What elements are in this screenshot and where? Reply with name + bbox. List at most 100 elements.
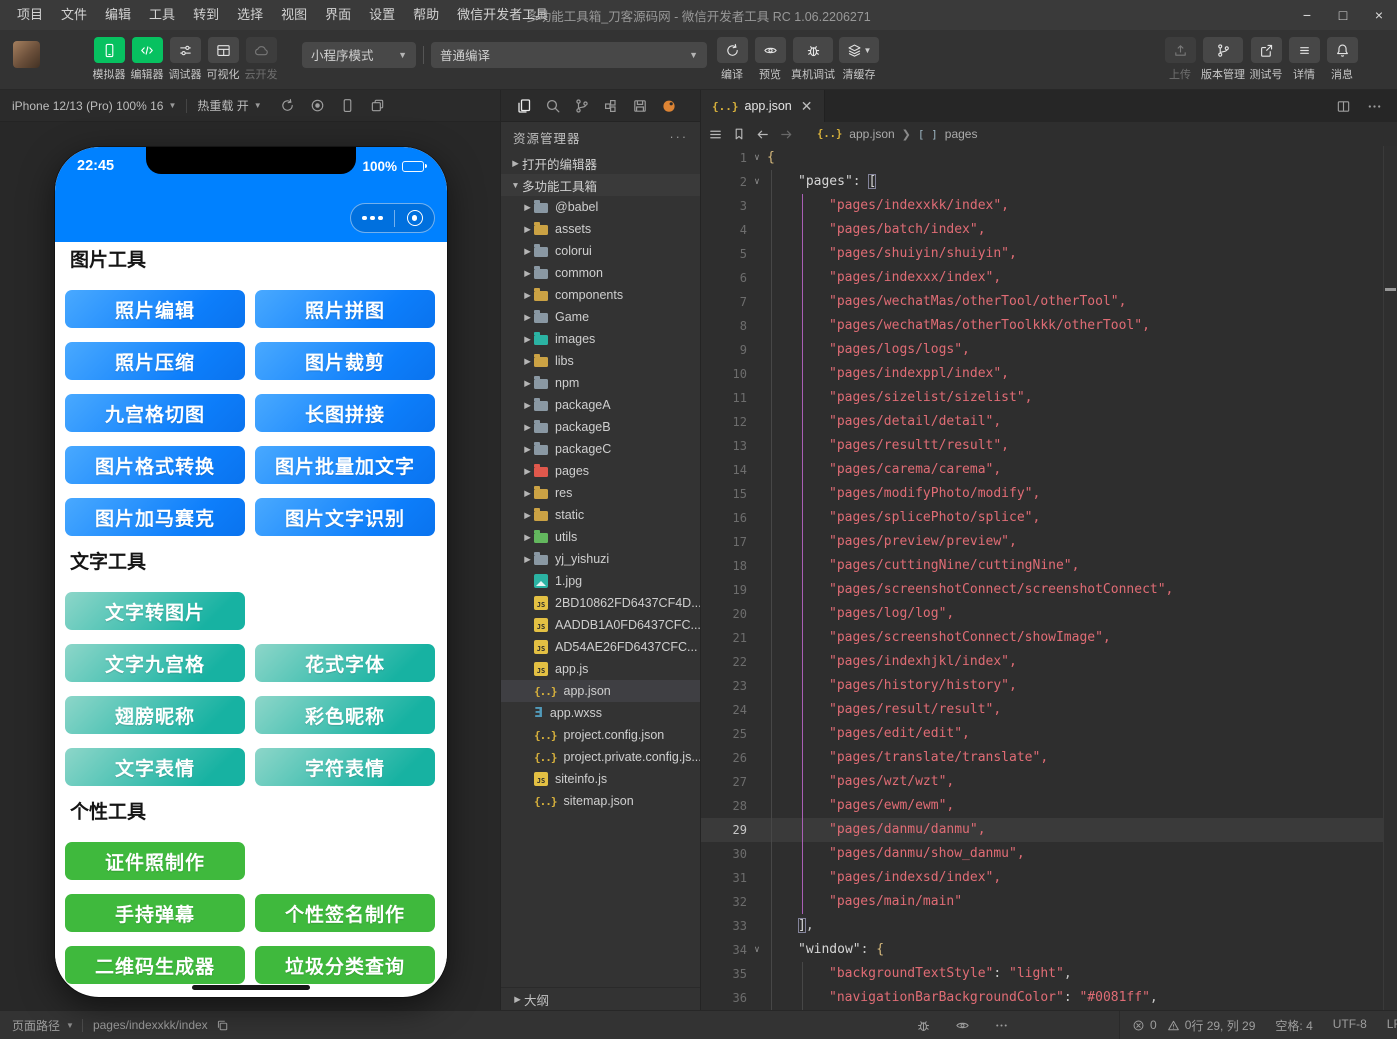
fold-chevron-icon[interactable]: ∨: [747, 170, 767, 194]
code-line[interactable]: 8 "pages/wechatMas/otherToolkkk/otherTool…: [701, 314, 1397, 338]
toolbar-button-bell[interactable]: 消息: [1325, 37, 1359, 82]
fold-chevron-icon[interactable]: ∨: [747, 146, 767, 170]
tree-item[interactable]: ▶ res: [501, 482, 700, 504]
mini-program-button[interactable]: 图片裁剪: [255, 342, 435, 380]
close-tab-icon[interactable]: ✕: [801, 98, 813, 115]
overview-ruler[interactable]: [1383, 146, 1397, 1010]
orange-tool-icon[interactable]: [661, 98, 677, 114]
tree-item[interactable]: ▶ utils: [501, 526, 700, 548]
code-line[interactable]: 4 "pages/batch/index",: [701, 218, 1397, 242]
mini-program-button[interactable]: 图片批量加文字: [255, 446, 435, 484]
tab-app-json[interactable]: {..} app.json ✕: [701, 90, 825, 122]
code-line[interactable]: 3 "pages/indexxkk/index",: [701, 194, 1397, 218]
mini-program-button[interactable]: 图片加马赛克: [65, 498, 245, 536]
split-editor-icon[interactable]: [1336, 99, 1351, 114]
mini-program-button[interactable]: 花式字体: [255, 644, 435, 682]
status-item[interactable]: UTF-8: [1333, 1017, 1367, 1034]
menu-item[interactable]: 转到: [184, 0, 228, 30]
tree-item[interactable]: JS AD54AE26FD6437CFC...: [501, 636, 700, 658]
code-line[interactable]: 13 "pages/resultt/result",: [701, 434, 1397, 458]
code-line[interactable]: 35 "backgroundTextStyle": "light",: [701, 962, 1397, 986]
code-line[interactable]: 28 "pages/ewm/ewm",: [701, 794, 1397, 818]
mini-program-button[interactable]: 照片压缩: [65, 342, 245, 380]
outline-section[interactable]: ▶ 大纲: [501, 987, 700, 1010]
outline-list-icon[interactable]: [708, 127, 723, 142]
code-line[interactable]: 33],: [701, 914, 1397, 938]
toolbar-button-eye[interactable]: 预览: [753, 37, 787, 82]
menu-item[interactable]: 编辑: [96, 0, 140, 30]
maximize-button[interactable]: □: [1325, 0, 1361, 30]
page-path-label[interactable]: 页面路径: [12, 1017, 60, 1034]
hot-reload-toggle[interactable]: 热重载 开: [197, 97, 248, 114]
breadcrumb-node[interactable]: pages: [945, 127, 978, 141]
code-line[interactable]: 19 "pages/screenshotConnect/screenshotCon…: [701, 578, 1397, 602]
code-line[interactable]: 30 "pages/danmu/show_danmu",: [701, 842, 1397, 866]
tree-item[interactable]: ▶ 打开的编辑器: [501, 152, 700, 174]
code-line[interactable]: 26 "pages/translate/translate",: [701, 746, 1397, 770]
code-line[interactable]: 11 "pages/sizelist/sizelist",: [701, 386, 1397, 410]
status-item[interactable]: LF: [1387, 1017, 1397, 1034]
multi-window-icon[interactable]: [370, 98, 385, 113]
code-line[interactable]: 12 "pages/detail/detail",: [701, 410, 1397, 434]
toolbar-button-branch[interactable]: 版本管理: [1201, 37, 1245, 82]
mini-program-button[interactable]: 手持弹幕: [65, 894, 245, 932]
tree-item[interactable]: JS siteinfo.js: [501, 768, 700, 790]
more-icon[interactable]: [994, 1018, 1009, 1033]
mini-program-button[interactable]: 图片文字识别: [255, 498, 435, 536]
mini-program-button[interactable]: 翅膀昵称: [65, 696, 245, 734]
device-icon[interactable]: [340, 98, 355, 113]
code-line[interactable]: 16 "pages/splicePhoto/splice",: [701, 506, 1397, 530]
storage-icon[interactable]: [632, 98, 648, 114]
toolbar-button-sliders[interactable]: 调试器: [168, 37, 202, 82]
toolbar-button-code[interactable]: 编辑器: [130, 37, 164, 82]
tree-item[interactable]: ▶ yj_yishuzi: [501, 548, 700, 570]
tree-item[interactable]: {..} sitemap.json: [501, 790, 700, 812]
tree-item[interactable]: ▶ Game: [501, 306, 700, 328]
code-line[interactable]: 1 ∨{: [701, 146, 1397, 170]
tree-item[interactable]: ▶ images: [501, 328, 700, 350]
code-line[interactable]: 9 "pages/logs/logs",: [701, 338, 1397, 362]
files-icon[interactable]: [516, 98, 532, 114]
mode-select[interactable]: 小程序模式 ▼: [302, 41, 416, 68]
code-line[interactable]: 7 "pages/wechatMas/otherTool/otherTool",: [701, 290, 1397, 314]
explorer-more-icon[interactable]: ···: [670, 130, 689, 144]
code-line[interactable]: 32 "pages/main/main": [701, 890, 1397, 914]
compile-select[interactable]: 普通编译 ▼: [431, 41, 707, 68]
code-line[interactable]: 14 "pages/carema/carema",: [701, 458, 1397, 482]
toolbar-button-refresh[interactable]: 编译: [715, 37, 749, 82]
tree-item[interactable]: ▶ @babel: [501, 196, 700, 218]
mini-program-button[interactable]: 个性签名制作: [255, 894, 435, 932]
code-line[interactable]: 25 "pages/edit/edit",: [701, 722, 1397, 746]
copy-path-icon[interactable]: [216, 1019, 229, 1032]
menu-item[interactable]: 工具: [140, 0, 184, 30]
status-item[interactable]: 行 29, 列 29: [1191, 1017, 1255, 1034]
code-line[interactable]: 34 ∨ "window": {: [701, 938, 1397, 962]
code-line[interactable]: 27 "pages/wzt/wzt",: [701, 770, 1397, 794]
extensions-icon[interactable]: [603, 98, 619, 114]
menu-item[interactable]: 微信开发者工具: [448, 0, 557, 30]
code-line[interactable]: 17 "pages/preview/preview",: [701, 530, 1397, 554]
toolbar-button-phone[interactable]: 模拟器: [92, 37, 126, 82]
toolbar-button-bug[interactable]: 真机调试: [791, 37, 835, 82]
source-control-icon[interactable]: [574, 98, 590, 114]
mini-program-button[interactable]: 文字转图片: [65, 592, 245, 630]
code-line[interactable]: 5 "pages/shuiyin/shuiyin",: [701, 242, 1397, 266]
tree-item[interactable]: ▶ components: [501, 284, 700, 306]
tree-item[interactable]: JS AADDB1A0FD6437CFC...: [501, 614, 700, 636]
tree-item[interactable]: {..} project.config.json: [501, 724, 700, 746]
fold-chevron-icon[interactable]: ∨: [747, 938, 767, 962]
tree-item[interactable]: JS 2BD10862FD6437CF4D...: [501, 592, 700, 614]
mini-program-button[interactable]: 照片拼图: [255, 290, 435, 328]
code-line[interactable]: 18 "pages/cuttingNine/cuttingNine",: [701, 554, 1397, 578]
toolbar-button-external[interactable]: 测试号: [1249, 37, 1283, 82]
breadcrumb[interactable]: {..} app.json ❯ [ ] pages: [817, 127, 977, 141]
tree-item[interactable]: ▼ 多功能工具箱: [501, 174, 700, 196]
code-line[interactable]: 10 "pages/indexppl/index",: [701, 362, 1397, 386]
exit-target-icon[interactable]: [406, 210, 423, 226]
menu-item[interactable]: 项目: [8, 0, 52, 30]
mini-program-button[interactable]: 二维码生成器: [65, 946, 245, 984]
code-line[interactable]: 21 "pages/screenshotConnect/showImage",: [701, 626, 1397, 650]
tree-item[interactable]: ▶ packageB: [501, 416, 700, 438]
more-menu-icon[interactable]: [362, 215, 383, 221]
bookmark-icon[interactable]: [732, 127, 746, 141]
